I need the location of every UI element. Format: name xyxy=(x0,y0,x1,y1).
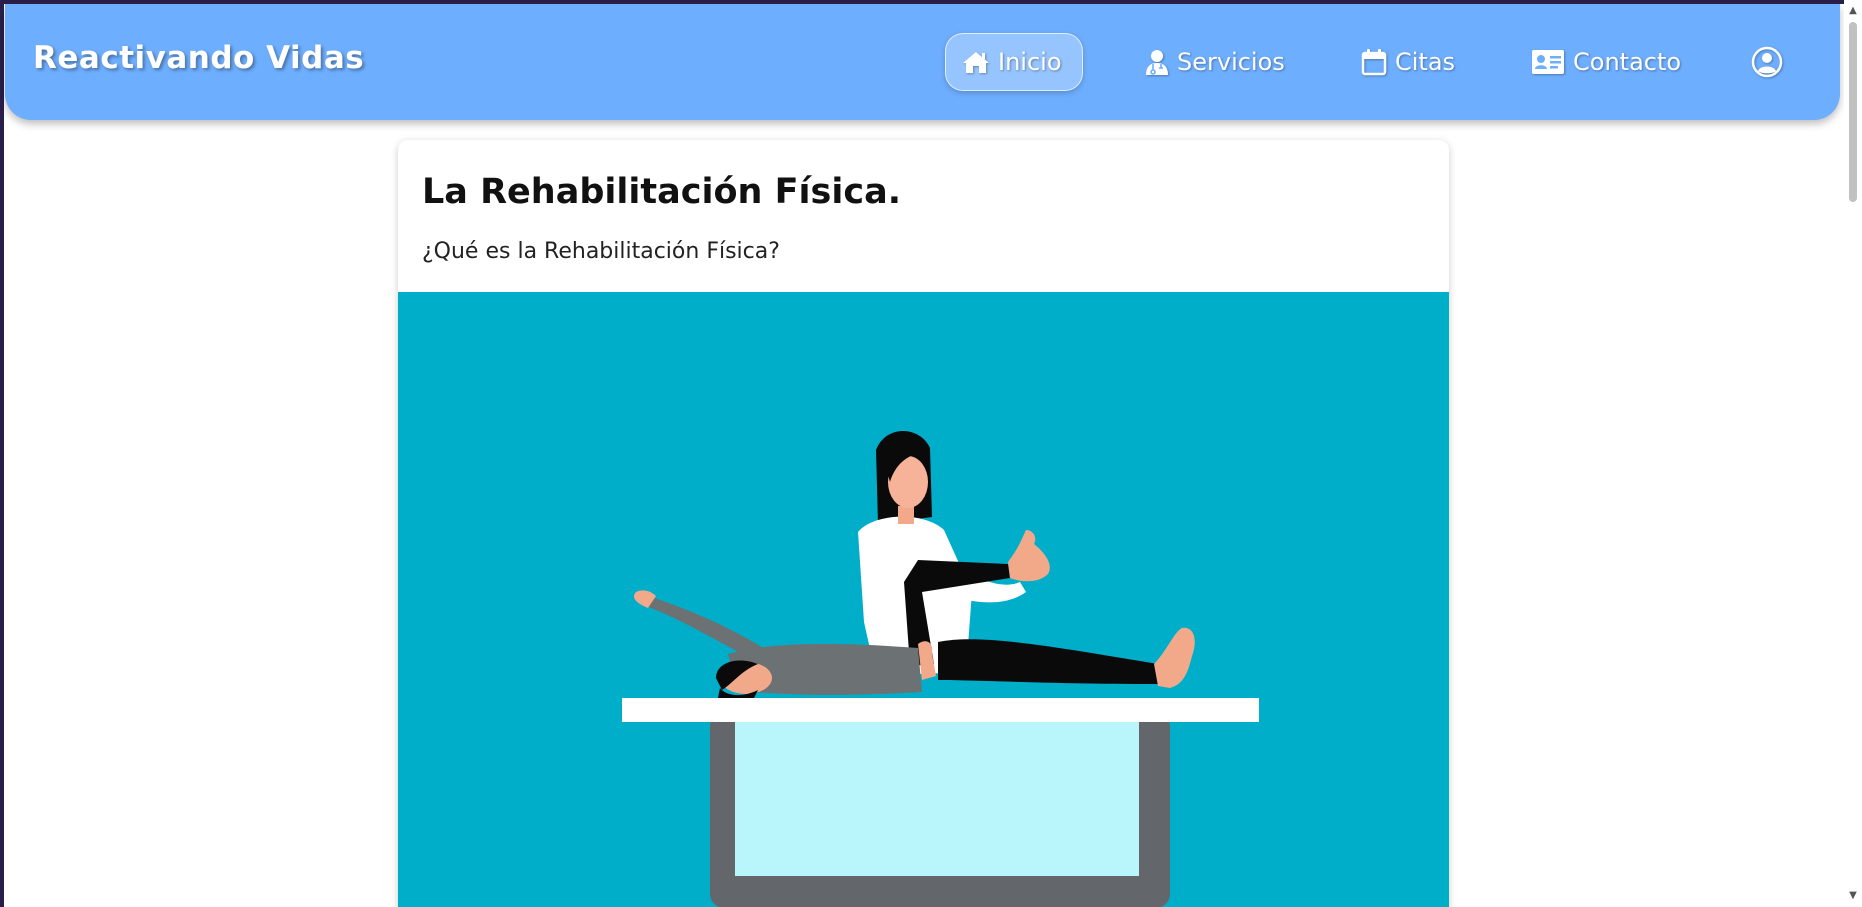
user-circle-icon xyxy=(1751,46,1783,78)
physiotherapy-illustration xyxy=(398,292,1449,907)
card-subtitle: ¿Qué es la Rehabilitación Física? xyxy=(422,239,780,264)
content-card: La Rehabilitación Física. ¿Qué es la Reh… xyxy=(398,140,1449,907)
doctor-icon xyxy=(1145,49,1169,75)
nav-label-servicios: Servicios xyxy=(1177,48,1285,76)
nav-item-servicios[interactable]: Servicios xyxy=(1129,33,1301,91)
nav-label-contacto: Contacto xyxy=(1573,48,1682,76)
scroll-up-arrow-icon[interactable]: ▲ xyxy=(1848,6,1858,16)
user-account-button[interactable] xyxy=(1745,33,1789,91)
nav-item-citas[interactable]: Citas xyxy=(1345,33,1471,91)
nav-item-contacto[interactable]: Contacto xyxy=(1515,33,1697,91)
window-left-edge xyxy=(0,0,4,907)
navbar: Reactivando Vidas Inicio Servicios Citas… xyxy=(5,4,1840,120)
page-scrollbar[interactable]: ▲ ▼ xyxy=(1844,0,1862,907)
id-card-icon xyxy=(1531,49,1565,75)
main-nav: Inicio Servicios Citas Contacto xyxy=(5,4,1840,120)
physiotherapy-illustration-svg xyxy=(622,431,1259,907)
nav-label-inicio: Inicio xyxy=(998,48,1062,76)
scroll-down-arrow-icon[interactable]: ▼ xyxy=(1848,891,1858,901)
home-icon xyxy=(962,50,990,74)
card-title: La Rehabilitación Física. xyxy=(422,172,902,212)
calendar-icon xyxy=(1361,48,1387,76)
scroll-thumb[interactable] xyxy=(1849,22,1857,202)
nav-item-inicio[interactable]: Inicio xyxy=(945,33,1083,91)
nav-label-citas: Citas xyxy=(1395,48,1456,76)
